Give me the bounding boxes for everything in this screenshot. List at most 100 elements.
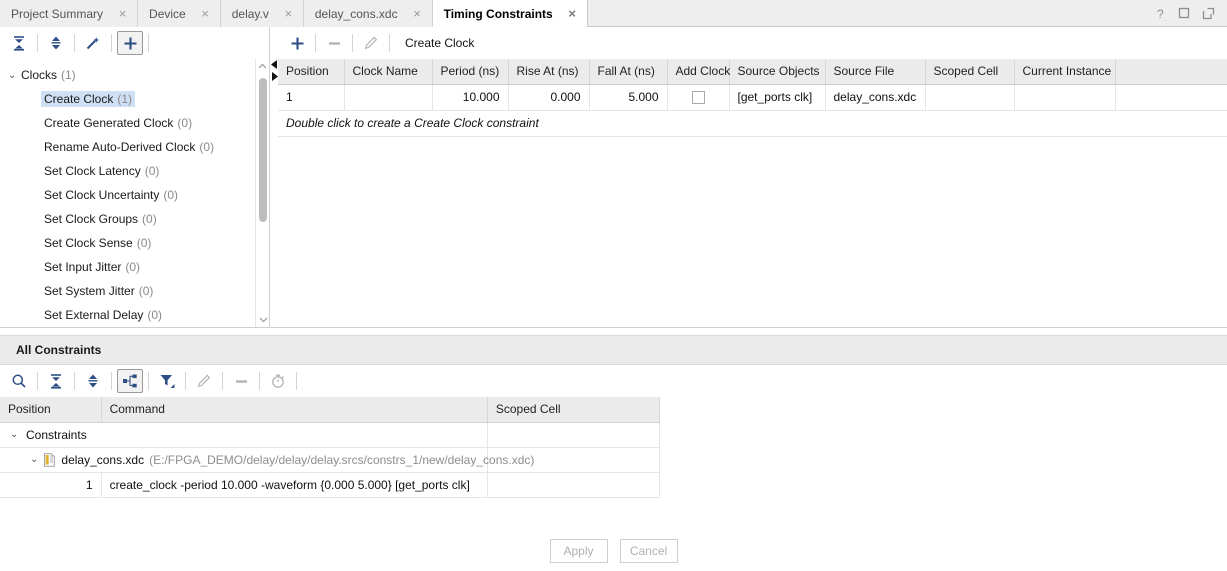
cell-period[interactable]: 10.000 xyxy=(432,84,509,111)
add-constraint-icon[interactable] xyxy=(117,31,143,55)
tree-group-clocks[interactable]: ⌄ Clocks (1) xyxy=(0,63,269,87)
close-icon[interactable]: × xyxy=(567,7,578,20)
col-source-objects[interactable]: Source Objects xyxy=(729,59,826,85)
toolbar-separator xyxy=(148,34,149,52)
maximize-icon[interactable] xyxy=(1177,6,1191,20)
tree-item-set-clock-latency[interactable]: Set Clock Latency (0) xyxy=(0,159,269,183)
tab-delay-v[interactable]: delay.v × xyxy=(220,0,304,27)
tab-timing-constraints[interactable]: Timing Constraints × xyxy=(432,0,588,27)
clock-grid-panel: Create Clock Position Clock Name Period … xyxy=(278,27,1227,327)
tree-toolbar xyxy=(0,27,269,59)
scroll-up-icon[interactable] xyxy=(256,59,269,74)
col-source-file[interactable]: Source File xyxy=(825,59,926,85)
col-clock-name[interactable]: Clock Name xyxy=(344,59,433,85)
add-icon[interactable] xyxy=(284,31,310,55)
cell-current-instance[interactable] xyxy=(1014,84,1116,111)
table-row-file[interactable]: ⌄ delay_cons.xdc (E:/FPGA_DEMO/delay/del… xyxy=(0,447,661,473)
toolbar-separator xyxy=(37,34,38,52)
search-icon[interactable] xyxy=(6,369,32,393)
all-constraints-title: All Constraints xyxy=(16,343,102,357)
col-scoped-cell[interactable]: Scoped Cell xyxy=(487,397,661,423)
cell-source-objects[interactable]: [get_ports clk] xyxy=(729,84,826,111)
tree-item-set-clock-uncertainty[interactable]: Set Clock Uncertainty (0) xyxy=(0,183,269,207)
splitter-arrows[interactable] xyxy=(270,59,279,82)
help-icon[interactable]: ? xyxy=(1153,6,1167,20)
close-icon[interactable]: × xyxy=(412,7,423,20)
col-add-clock[interactable]: Add Clock xyxy=(667,59,730,85)
group-label: Constraints xyxy=(26,427,87,442)
cancel-button[interactable]: Cancel xyxy=(619,539,678,563)
hierarchy-tree-icon[interactable] xyxy=(117,369,143,393)
cell-add-clock[interactable] xyxy=(667,84,730,111)
cell-position[interactable]: 1 xyxy=(278,84,345,111)
tree-item-set-clock-groups[interactable]: Set Clock Groups (0) xyxy=(0,207,269,231)
cell-clock-name[interactable] xyxy=(344,84,433,111)
tree-item-label: Create Generated Clock (0) xyxy=(44,116,193,130)
cell-command[interactable]: create_clock -period 10.000 -waveform {0… xyxy=(101,472,488,498)
chevron-down-icon[interactable]: ⌄ xyxy=(30,454,38,465)
col-period[interactable]: Period (ns) xyxy=(432,59,509,85)
tree-item-create-generated-clock[interactable]: Create Generated Clock (0) xyxy=(0,111,269,135)
scrollbar-thumb[interactable] xyxy=(259,78,267,222)
grid-hint-text[interactable]: Double click to create a Create Clock co… xyxy=(278,110,1227,137)
collapse-all-icon[interactable] xyxy=(6,31,32,55)
tree-item-create-clock[interactable]: Create Clock (1) xyxy=(0,87,269,111)
toolbar-separator xyxy=(148,372,149,390)
tree-item-label: Set System Jitter (0) xyxy=(44,284,154,298)
col-scoped-cell[interactable]: Scoped Cell xyxy=(925,59,1015,85)
grid-hint-row[interactable]: Double click to create a Create Clock co… xyxy=(278,110,1227,137)
clock-constraints-grid: Position Clock Name Period (ns) Rise At … xyxy=(278,59,1227,327)
cell-rise-at[interactable]: 0.000 xyxy=(508,84,590,111)
chevron-down-icon[interactable]: ⌄ xyxy=(8,70,21,81)
close-icon[interactable]: × xyxy=(200,7,211,20)
apply-button[interactable]: Apply xyxy=(549,539,608,563)
col-position[interactable]: Position xyxy=(278,59,345,85)
tab-label: Timing Constraints xyxy=(443,6,553,21)
edit-pencil-icon xyxy=(358,31,384,55)
cell-position[interactable]: 1 xyxy=(0,472,102,498)
close-icon[interactable]: × xyxy=(117,7,128,20)
cell-scoped-cell[interactable] xyxy=(487,422,661,448)
group-cell[interactable]: ⌄ Constraints xyxy=(0,422,488,448)
cell-fall-at[interactable]: 5.000 xyxy=(589,84,668,111)
expand-collapse-icon[interactable] xyxy=(80,369,106,393)
tab-label: Project Summary xyxy=(11,6,104,21)
col-rise-at[interactable]: Rise At (ns) xyxy=(508,59,590,85)
col-fall-at[interactable]: Fall At (ns) xyxy=(589,59,668,85)
col-current-instance[interactable]: Current Instance xyxy=(1014,59,1116,85)
tree-scrollbar[interactable] xyxy=(255,59,269,327)
group-row-content: ⌄ Constraints xyxy=(8,428,479,442)
tree-item-label: Set Input Jitter (0) xyxy=(44,260,141,274)
tree-group-label: Clocks (1) xyxy=(21,68,76,82)
tree-item-set-input-jitter[interactable]: Set Input Jitter (0) xyxy=(0,255,269,279)
table-row[interactable]: 1 10.000 0.000 5.000 [get_ports clk] del… xyxy=(278,84,1227,111)
tree-item-set-external-delay[interactable]: Set External Delay (0) xyxy=(0,303,269,327)
col-position[interactable]: Position xyxy=(0,397,102,423)
file-cell[interactable]: ⌄ delay_cons.xdc (E:/FPGA_DEMO/delay/del… xyxy=(0,447,534,473)
tab-delay-cons-xdc[interactable]: delay_cons.xdc × xyxy=(303,0,433,27)
collapse-all-icon[interactable] xyxy=(43,369,69,393)
collapse-left-icon xyxy=(270,60,277,69)
expand-collapse-icon[interactable] xyxy=(43,31,69,55)
magic-wand-icon[interactable] xyxy=(80,31,106,55)
timer-icon xyxy=(265,369,291,393)
tree-item-set-system-jitter[interactable]: Set System Jitter (0) xyxy=(0,279,269,303)
add-clock-checkbox[interactable] xyxy=(691,91,705,105)
tab-device[interactable]: Device × xyxy=(138,0,221,27)
tree-item-rename-auto-derived-clock[interactable]: Rename Auto-Derived Clock (0) xyxy=(0,135,269,159)
toolbar-separator xyxy=(352,34,353,52)
filter-icon[interactable] xyxy=(154,369,180,393)
chevron-down-icon[interactable]: ⌄ xyxy=(10,429,20,440)
float-window-icon[interactable] xyxy=(1201,6,1215,20)
close-icon[interactable]: × xyxy=(283,7,294,20)
panel-splitter[interactable] xyxy=(270,27,278,327)
tab-project-summary[interactable]: Project Summary × xyxy=(0,0,139,27)
cell-scoped-cell[interactable] xyxy=(925,84,1015,111)
cell-scoped-cell[interactable] xyxy=(487,472,661,498)
scroll-down-icon[interactable] xyxy=(256,312,269,327)
table-row[interactable]: 1 create_clock -period 10.000 -waveform … xyxy=(0,472,661,498)
table-row-group[interactable]: ⌄ Constraints xyxy=(0,422,661,448)
col-command[interactable]: Command xyxy=(101,397,488,423)
cell-source-file[interactable]: delay_cons.xdc xyxy=(825,84,926,111)
tree-item-set-clock-sense[interactable]: Set Clock Sense (0) xyxy=(0,231,269,255)
